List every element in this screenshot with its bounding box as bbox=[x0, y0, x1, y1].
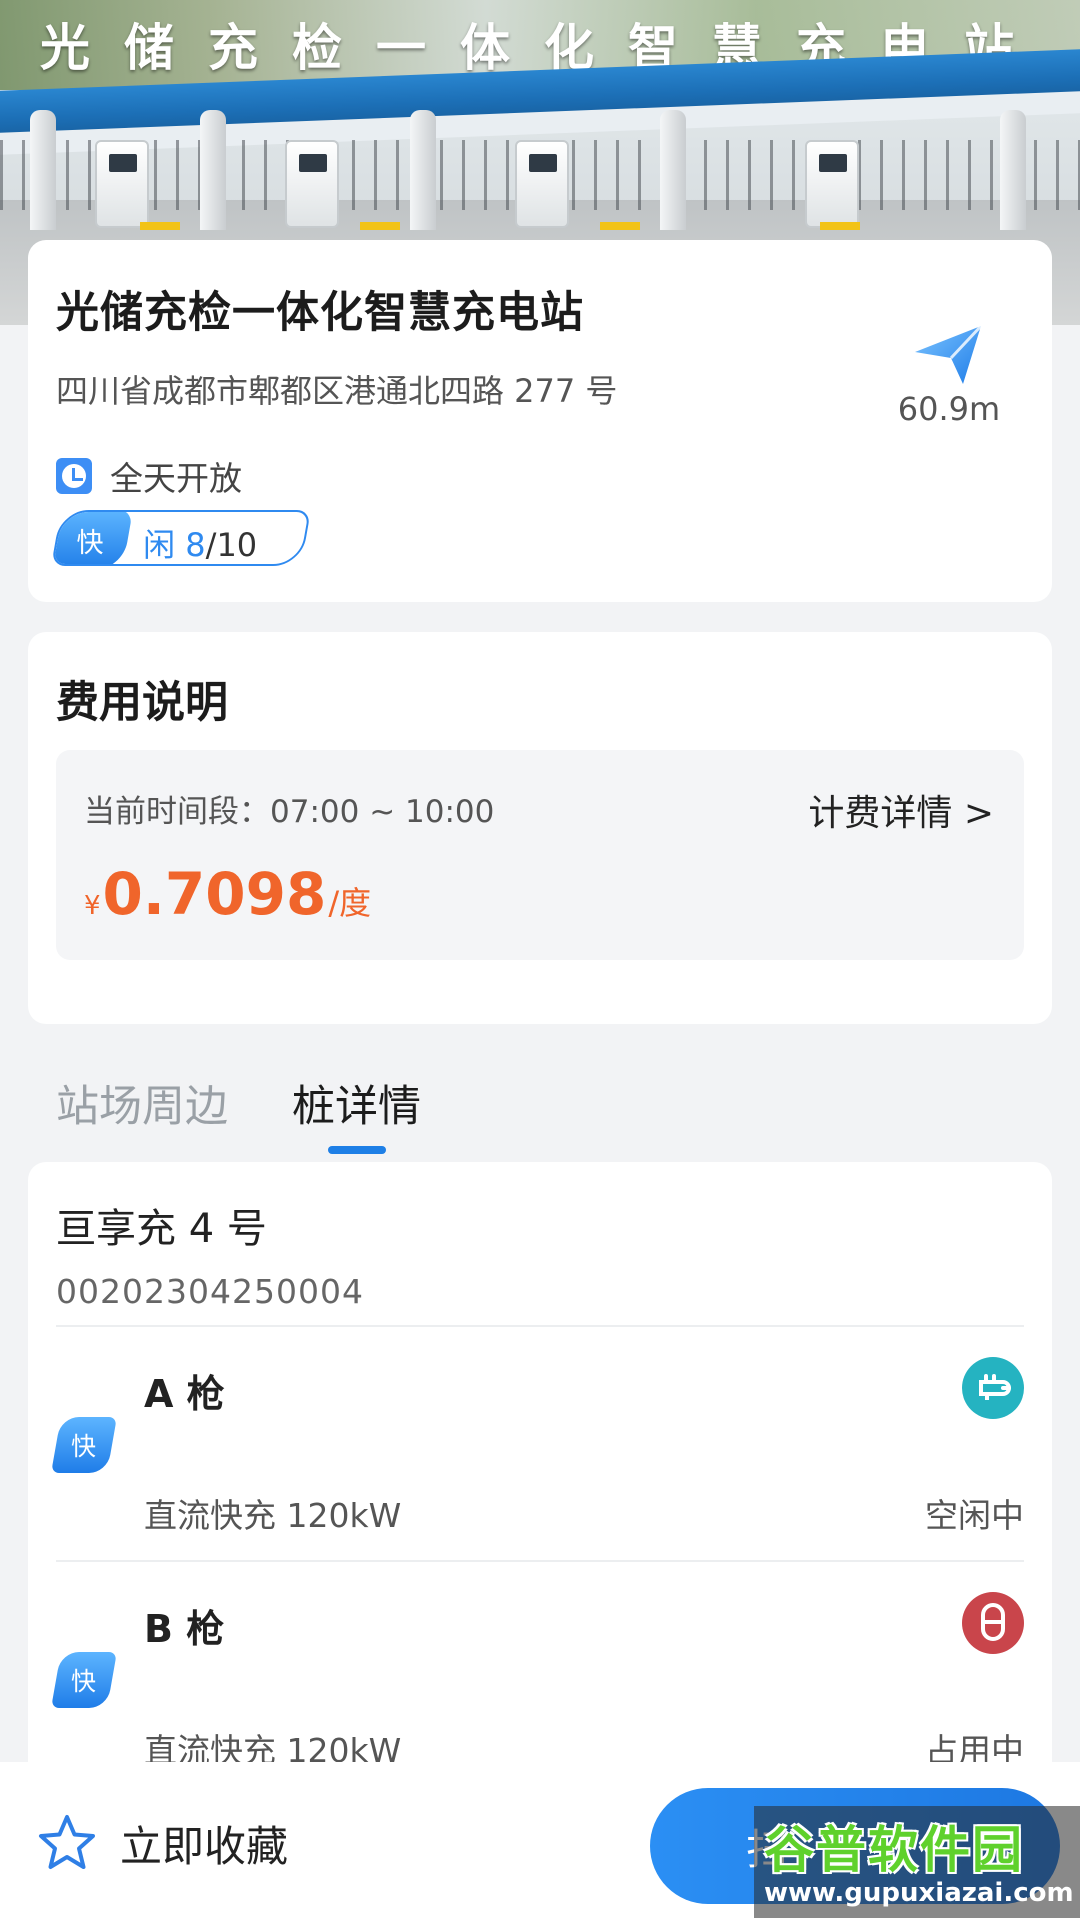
navigate-button[interactable]: 60.9m bbox=[894, 322, 1004, 432]
charger-unit bbox=[805, 140, 859, 228]
parking-curb bbox=[360, 222, 400, 230]
gun-status: 空闲中 bbox=[925, 1496, 1024, 1535]
canopy-pillar bbox=[410, 110, 436, 230]
gun-spec: 直流快充 120kW bbox=[144, 1496, 402, 1535]
favorite-label: 立即收藏 bbox=[120, 1821, 289, 1871]
star-icon bbox=[39, 1815, 95, 1869]
distance-label: 60.9m bbox=[897, 390, 1001, 428]
fee-period: 当前时间段：07:00 ~ 10:00 bbox=[84, 794, 495, 830]
fast-charger-availability-badge: 快 闲 8/10 bbox=[51, 510, 311, 566]
pile-code: 00202304250004 bbox=[56, 1272, 364, 1311]
gun-name: A 枪 bbox=[144, 1372, 225, 1416]
total-count: /10 bbox=[205, 526, 258, 564]
canopy-pillar bbox=[30, 110, 56, 230]
parking-curb bbox=[600, 222, 640, 230]
pile-card: 亘享充 4 号 00202304250004 快 A 枪 直流快充 120kW … bbox=[28, 1162, 1052, 1770]
canopy-pillar bbox=[1000, 110, 1026, 230]
plug-icon bbox=[962, 1357, 1024, 1419]
station-name: 光储充检一体化智慧充电站 bbox=[56, 288, 584, 338]
charging-icon bbox=[962, 1592, 1024, 1654]
opening-hours: 全天开放 bbox=[56, 452, 242, 500]
fee-box: 当前时间段：07:00 ~ 10:00 计费详情 > ¥ 0.7098 /度 bbox=[56, 750, 1024, 960]
price-unit: /度 bbox=[328, 884, 372, 922]
detail-tabs: 站场周边 桩详情 bbox=[56, 1072, 421, 1154]
gun-name: B 枪 bbox=[144, 1607, 225, 1651]
charger-unit bbox=[515, 140, 569, 228]
availability-counts: 闲 8/10 bbox=[143, 520, 257, 566]
fee-title: 费用说明 bbox=[56, 678, 228, 728]
favorite-button[interactable]: 立即收藏 bbox=[36, 1812, 288, 1874]
station-address: 四川省成都市郫都区港通北四路 277 号 bbox=[56, 372, 618, 410]
idle-count: 8 bbox=[185, 526, 206, 564]
parking-curb bbox=[140, 222, 180, 230]
currency-symbol: ¥ bbox=[84, 891, 101, 921]
fee-detail-link[interactable]: 计费详情 > bbox=[808, 784, 994, 836]
canopy-pillar bbox=[660, 110, 686, 230]
tab-pile-details[interactable]: 桩详情 bbox=[292, 1072, 421, 1154]
fast-tag: 快 bbox=[51, 1417, 117, 1473]
hours-label: 全天开放 bbox=[110, 459, 242, 498]
charger-unit bbox=[285, 140, 339, 228]
charger-unit bbox=[95, 140, 149, 228]
gun-row-a[interactable]: 快 A 枪 直流快充 120kW 空闲中 bbox=[28, 1327, 1052, 1563]
clock-icon bbox=[56, 458, 92, 494]
fast-tag: 快 bbox=[51, 1652, 117, 1708]
parking-curb bbox=[820, 222, 860, 230]
fee-card: 费用说明 当前时间段：07:00 ~ 10:00 计费详情 > ¥ 0.7098… bbox=[28, 632, 1052, 1024]
idle-label: 闲 bbox=[143, 526, 176, 564]
fast-tag: 快 bbox=[51, 510, 133, 566]
canopy-pillar bbox=[200, 110, 226, 230]
fee-price: ¥ 0.7098 /度 bbox=[84, 860, 371, 928]
tab-surroundings[interactable]: 站场周边 bbox=[56, 1072, 228, 1154]
price-amount: 0.7098 bbox=[102, 860, 327, 928]
station-info-card: 光储充检一体化智慧充电站 四川省成都市郫都区港通北四路 277 号 60.9m … bbox=[28, 240, 1052, 602]
pile-name: 亘享充 4 号 bbox=[56, 1206, 267, 1252]
watermark-logo: 谷普软件园 www.gupuxiazai.com bbox=[754, 1806, 1080, 1918]
active-tab-indicator bbox=[327, 1146, 386, 1154]
navigation-arrow-icon bbox=[915, 324, 983, 384]
